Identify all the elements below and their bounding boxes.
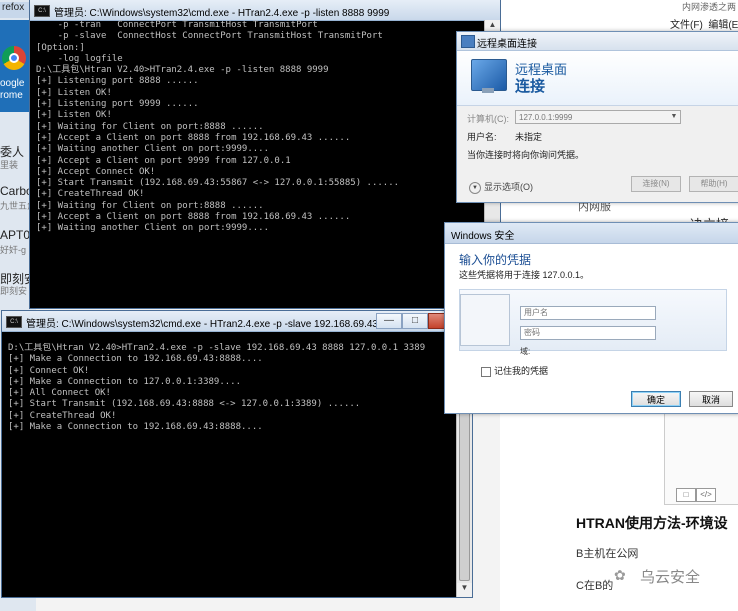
rdp-title: 远程桌面连接 bbox=[477, 39, 537, 50]
username-input[interactable] bbox=[520, 306, 656, 320]
chevron-down-icon: ▼ bbox=[469, 181, 481, 194]
cmd-window-listen[interactable]: C:\ 管理员: C:\Windows\system32\cmd.exe - H… bbox=[30, 0, 500, 308]
remember-label: 记住我的凭据 bbox=[494, 366, 549, 376]
cmd1-titlebar[interactable]: C:\ 管理员: C:\Windows\system32\cmd.exe - H… bbox=[30, 0, 500, 21]
console-line: D:\工具包\Htran V2.40>HTran2.4.exe -p -list… bbox=[36, 65, 329, 76]
console-line: [+] Make a Connection to 192.168.69.43:8… bbox=[8, 354, 263, 365]
cmd2-console-output[interactable]: D:\工具包\Htran V2.40>HTran2.4.exe -p -slav… bbox=[2, 343, 457, 597]
rdp-titlebar[interactable]: 远程桌面连接 bbox=[457, 32, 738, 51]
console-line: [+] Waiting for Client on port:8888 ....… bbox=[36, 121, 264, 132]
console-line: [+] Make a Connection to 127.0.0.1:3389.… bbox=[8, 376, 241, 387]
security-heading: 输入你的凭据 bbox=[459, 253, 532, 267]
maximize-button[interactable]: □ bbox=[402, 313, 428, 329]
cmd2-titlebar[interactable]: C:\ 管理员: C:\Windows\system32\cmd.exe - H… bbox=[2, 311, 472, 332]
console-line: D:\工具包\Htran V2.40>HTran2.4.exe -p -slav… bbox=[8, 343, 426, 353]
user-avatar-icon bbox=[460, 294, 510, 346]
menu-edit[interactable]: 编辑(E) bbox=[708, 20, 738, 31]
console-line: [+] Accept a Client on port 8888 from 19… bbox=[36, 212, 351, 223]
remote-desktop-window[interactable]: 远程桌面连接 远程桌面 连接 计算机(C): 127.0.0.1:9999 ▼ … bbox=[456, 31, 738, 203]
console-line: [+] Accept Connect OK! bbox=[36, 166, 156, 177]
show-options-label: 显示选项(O) bbox=[484, 182, 533, 192]
article-line-2: C在B的 bbox=[576, 580, 614, 592]
windows-security-dialog[interactable]: Windows 安全 输入你的凭据 这些凭据将用于连接 127.0.0.1。 域… bbox=[444, 222, 738, 414]
username-value: 未指定 bbox=[515, 132, 543, 142]
taskbar-fragment bbox=[0, 598, 160, 611]
username-label: 用户名: bbox=[467, 132, 497, 142]
minimize-button[interactable]: — bbox=[376, 313, 402, 329]
scroll-down-icon[interactable]: ▼ bbox=[457, 583, 472, 597]
console-line: [+] Make a Connection to 192.168.69.43:8… bbox=[8, 422, 263, 433]
console-line: [+] Connect OK! bbox=[8, 365, 90, 376]
wechat-icon: ✿ bbox=[614, 567, 626, 583]
security-title: Windows 安全 bbox=[451, 231, 515, 242]
credentials-hint: 当你连接时将向你询问凭据。 bbox=[467, 150, 585, 160]
console-line: [+] All Connect OK! bbox=[8, 388, 111, 399]
cmd-window-slave[interactable]: C:\ 管理员: C:\Windows\system32\cmd.exe - H… bbox=[2, 311, 472, 597]
remember-credentials[interactable]: 记住我的凭据 bbox=[481, 364, 548, 377]
computer-label: 计算机(C): bbox=[467, 114, 509, 124]
console-line: [+] CreateThread OK! bbox=[36, 189, 145, 200]
browser-menu: 文件(F) 编辑(E) bbox=[670, 16, 738, 31]
security-subheading: 这些凭据将用于连接 127.0.0.1。 bbox=[459, 270, 590, 280]
domain-label: 域: bbox=[520, 347, 531, 356]
console-line: [+] Listen OK! bbox=[36, 87, 112, 98]
computer-combobox[interactable]: 127.0.0.1:9999 ▼ bbox=[515, 110, 681, 124]
monitor-icon bbox=[471, 59, 507, 93]
embed-square-icon[interactable]: □ bbox=[676, 488, 696, 502]
console-line: [+] Accept a Client on port 8888 from 19… bbox=[36, 132, 351, 143]
chrome-icon[interactable] bbox=[2, 46, 26, 70]
cmd1-title: 管理员: C:\Windows\system32\cmd.exe - HTran… bbox=[54, 8, 390, 19]
console-line: -log logfile bbox=[36, 53, 123, 64]
console-line: [Option:] bbox=[36, 42, 85, 53]
remember-checkbox[interactable] bbox=[481, 366, 491, 377]
embed-code-icon[interactable]: </> bbox=[696, 488, 716, 502]
console-line: [+] Waiting another Client on port:9999.… bbox=[36, 144, 269, 155]
chevron-down-icon[interactable]: ▼ bbox=[669, 112, 679, 122]
console-line: [+] Start Transmit (192.168.69.43:55867 … bbox=[36, 178, 400, 189]
watermark-text: 乌云安全 bbox=[640, 569, 701, 586]
computer-value: 127.0.0.1:9999 bbox=[519, 113, 573, 122]
console-icon: C:\ bbox=[34, 5, 50, 17]
console-line: [+] Listen OK! bbox=[36, 110, 112, 121]
console-line: [+] Listening port 8888 ...... bbox=[36, 76, 199, 87]
console-line: [+] Start Transmit (192.168.69.43:8888 <… bbox=[8, 399, 361, 410]
credential-tile: 域: bbox=[459, 289, 727, 356]
security-titlebar[interactable]: Windows 安全 bbox=[445, 223, 738, 244]
console-line: -p -slave ConnectHost ConnectPort Transm… bbox=[36, 31, 383, 42]
connect-button[interactable]: 连接(N) bbox=[631, 176, 681, 192]
article-title: HTRAN使用方法-环境设 bbox=[576, 515, 728, 531]
rdp-banner: 远程桌面 连接 bbox=[457, 51, 738, 106]
rdp-app-icon bbox=[461, 35, 475, 48]
article-line-1: B主机在公网 bbox=[576, 548, 639, 560]
console-line: -p -tran ConnectPort TransmitHost Transm… bbox=[36, 20, 318, 30]
console-line: [+] Accept a Client on port 9999 from 12… bbox=[36, 155, 291, 166]
help-button[interactable]: 帮助(H) bbox=[689, 176, 738, 192]
cancel-button[interactable]: 取消 bbox=[689, 391, 733, 407]
password-input[interactable] bbox=[520, 326, 656, 340]
console-line: [+] Waiting another Client on port:9999.… bbox=[36, 223, 269, 234]
cmd1-console-output[interactable]: -p -tran ConnectPort TransmitHost Transm… bbox=[30, 20, 485, 308]
console-line: [+] CreateThread OK! bbox=[8, 410, 117, 421]
browser-tab-title[interactable]: 内网渗透之两 bbox=[682, 0, 736, 13]
console-icon: C:\ bbox=[6, 316, 22, 328]
menu-file[interactable]: 文件(F) bbox=[670, 20, 703, 31]
rdp-banner-line-2: 连接 bbox=[515, 78, 546, 95]
ok-button[interactable]: 确定 bbox=[631, 391, 681, 407]
show-options-toggle[interactable]: ▼ 显示选项(O) bbox=[469, 180, 533, 194]
console-line: [+] Listening port 9999 ...... bbox=[36, 99, 199, 110]
console-line: [+] Waiting for Client on port:8888 ....… bbox=[36, 200, 264, 211]
